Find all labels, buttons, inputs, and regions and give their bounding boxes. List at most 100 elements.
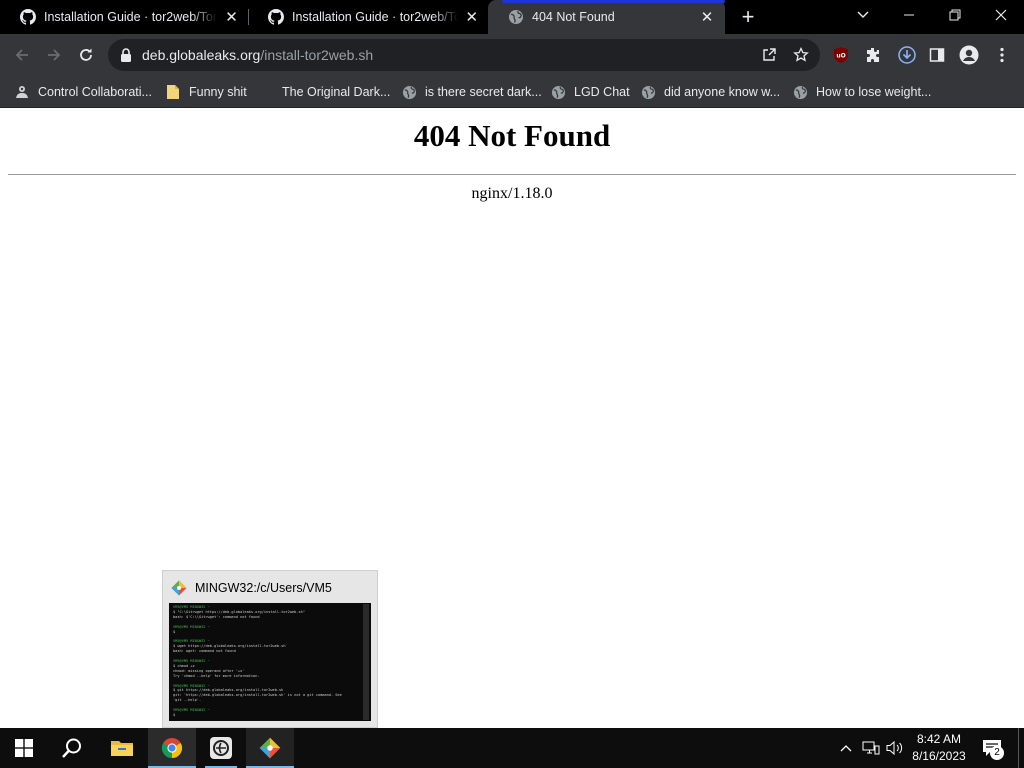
tab-strip: Installation Guide · tor2web/Tor2web ✕ I… — [0, 0, 1024, 34]
search-button[interactable] — [48, 728, 96, 768]
windows-taskbar: 8:42 AM 8/16/2023 2 — [0, 728, 1024, 768]
side-panel-icon[interactable] — [927, 45, 947, 65]
close-icon[interactable]: ✕ — [223, 7, 240, 27]
server-signature: nginx/1.18.0 — [471, 185, 553, 202]
tab-title: Installation Guide · tor2web/Tor2web — [292, 10, 458, 24]
bookmark-label: is there secret dark... — [425, 85, 542, 99]
taskbar-window-preview[interactable]: MINGW32:/c/Users/VM5 VM5@VM5 MINGW32 ~ $ … — [162, 570, 378, 728]
file-explorer-button[interactable] — [98, 728, 146, 768]
network-icon — [862, 741, 880, 755]
speaker-icon — [886, 740, 903, 756]
url-host: deb.globaleaks.org — [142, 47, 261, 63]
search-icon — [62, 738, 81, 758]
globe-icon — [792, 84, 808, 100]
share-icon[interactable] — [760, 46, 778, 64]
chevron-down-icon — [857, 11, 869, 18]
tab-installation-guide-1[interactable]: Installation Guide · tor2web/Tor2web ✕ — [0, 0, 248, 34]
lock-icon[interactable] — [120, 48, 132, 67]
network-button[interactable] — [860, 728, 882, 768]
chevron-up-icon — [840, 745, 852, 752]
bookmark-original-dark[interactable]: The Original Dark... — [282, 82, 390, 102]
browser-toolbar: deb.globaleaks.org/install-tor2web.sh uO — [0, 34, 1024, 76]
address-bar[interactable]: deb.globaleaks.org/install-tor2web.sh — [108, 39, 820, 71]
notification-count-badge: 2 — [990, 746, 1004, 760]
bookmark-control-collaboration[interactable]: Control Collaborati... — [14, 82, 152, 102]
url-text: deb.globaleaks.org/install-tor2web.sh — [142, 47, 373, 63]
extensions-icon[interactable] — [863, 45, 883, 65]
ublock-origin-icon[interactable]: uO — [831, 45, 851, 65]
bookmark-label: Funny shit — [189, 85, 247, 99]
bookmark-lgd-chat[interactable]: LGD Chat — [550, 82, 630, 102]
globe-icon — [508, 9, 524, 25]
chrome-taskbar-button[interactable] — [148, 728, 196, 768]
forward-arrow-icon — [48, 49, 61, 61]
minimize-icon — [904, 14, 914, 16]
reload-button[interactable] — [74, 43, 98, 67]
tab-installation-guide-2[interactable]: Installation Guide · tor2web/Tor2web ✕ — [248, 0, 488, 34]
clock-time: 8:42 AM — [916, 732, 962, 746]
url-path: /install-tor2web.sh — [260, 47, 374, 63]
bookmark-label: LGD Chat — [574, 85, 630, 99]
bookmark-did-anyone-know[interactable]: did anyone know w... — [640, 82, 780, 102]
page-title: 404 Not Found — [413, 118, 611, 153]
file-explorer-icon — [111, 741, 133, 756]
bookmark-star-icon[interactable] — [792, 46, 810, 64]
restore-button[interactable] — [932, 0, 978, 30]
terminal-thumbnail: VM5@VM5 MINGW32 ~ $ "C:\Git>wget https://… — [169, 603, 371, 721]
show-hidden-icons-button[interactable] — [836, 728, 856, 768]
minimize-button[interactable] — [886, 0, 932, 30]
bookmark-funny[interactable]: Funny shit — [165, 82, 247, 102]
close-icon[interactable]: ✕ — [464, 7, 480, 27]
folder-icon — [165, 84, 181, 100]
bookmark-label: did anyone know w... — [664, 85, 781, 99]
svg-text:uO: uO — [836, 53, 845, 60]
restore-icon — [949, 9, 961, 21]
reload-icon — [80, 48, 92, 61]
windows-start-icon — [15, 739, 33, 757]
profile-icon[interactable] — [959, 45, 979, 65]
window-close-button[interactable] — [978, 0, 1024, 30]
start-button[interactable] — [0, 728, 48, 768]
github-icon — [20, 9, 36, 25]
git-bash-icon — [171, 580, 187, 596]
show-desktop-button[interactable] — [1018, 728, 1024, 768]
tab-search-button[interactable] — [840, 0, 886, 30]
terminal-scrollbar — [363, 604, 369, 720]
bookmark-label: How to lose weight... — [816, 85, 932, 99]
new-tab-button[interactable]: + — [736, 6, 760, 30]
bookmark-app-icon — [14, 84, 30, 100]
close-icon[interactable]: ✕ — [697, 7, 717, 27]
close-icon — [995, 9, 1007, 21]
preview-title: MINGW32:/c/Users/VM5 — [171, 579, 332, 597]
terminal-line: $ — [173, 712, 176, 717]
git-bash-icon — [259, 737, 281, 759]
action-center-button[interactable]: 2 — [978, 736, 1006, 760]
chrome-icon — [161, 738, 183, 759]
globe-icon — [550, 84, 566, 100]
terminal-line: git: 'https://deb.globaleaks.org/install… — [173, 693, 342, 698]
bookmark-label: Control Collaborati... — [38, 85, 152, 99]
tab-title: 404 Not Found — [532, 10, 615, 24]
kebab-menu-icon[interactable] — [992, 45, 1012, 65]
page-content: 404 Not Found nginx/1.18.0 — [0, 108, 1024, 728]
system-clock[interactable]: 8:42 AM 8/16/2023 — [906, 731, 972, 765]
back-arrow-icon — [15, 49, 28, 61]
git-bash-taskbar-button[interactable] — [246, 728, 294, 768]
github-icon — [268, 9, 284, 25]
bookmark-lose-weight[interactable]: How to lose weight... — [792, 82, 931, 102]
divider — [8, 174, 1016, 175]
bookmark-label: The Original Dark... — [282, 85, 391, 99]
volume-button[interactable] — [884, 728, 906, 768]
download-icon[interactable] — [897, 45, 917, 65]
forward-button[interactable] — [42, 43, 66, 67]
preview-title-text: MINGW32:/c/Users/VM5 — [195, 581, 332, 595]
app-icon — [210, 737, 232, 759]
globe-icon — [640, 84, 656, 100]
back-button[interactable] — [10, 43, 34, 67]
tab-title: Installation Guide · tor2web/Tor2web — [44, 10, 217, 24]
clock-date: 8/16/2023 — [912, 749, 966, 763]
bookmark-secret-dark[interactable]: is there secret dark... — [401, 82, 542, 102]
app-taskbar-button[interactable] — [197, 728, 245, 768]
globe-icon — [401, 84, 417, 100]
tab-404-not-found[interactable]: 404 Not Found ✕ — [488, 0, 725, 34]
